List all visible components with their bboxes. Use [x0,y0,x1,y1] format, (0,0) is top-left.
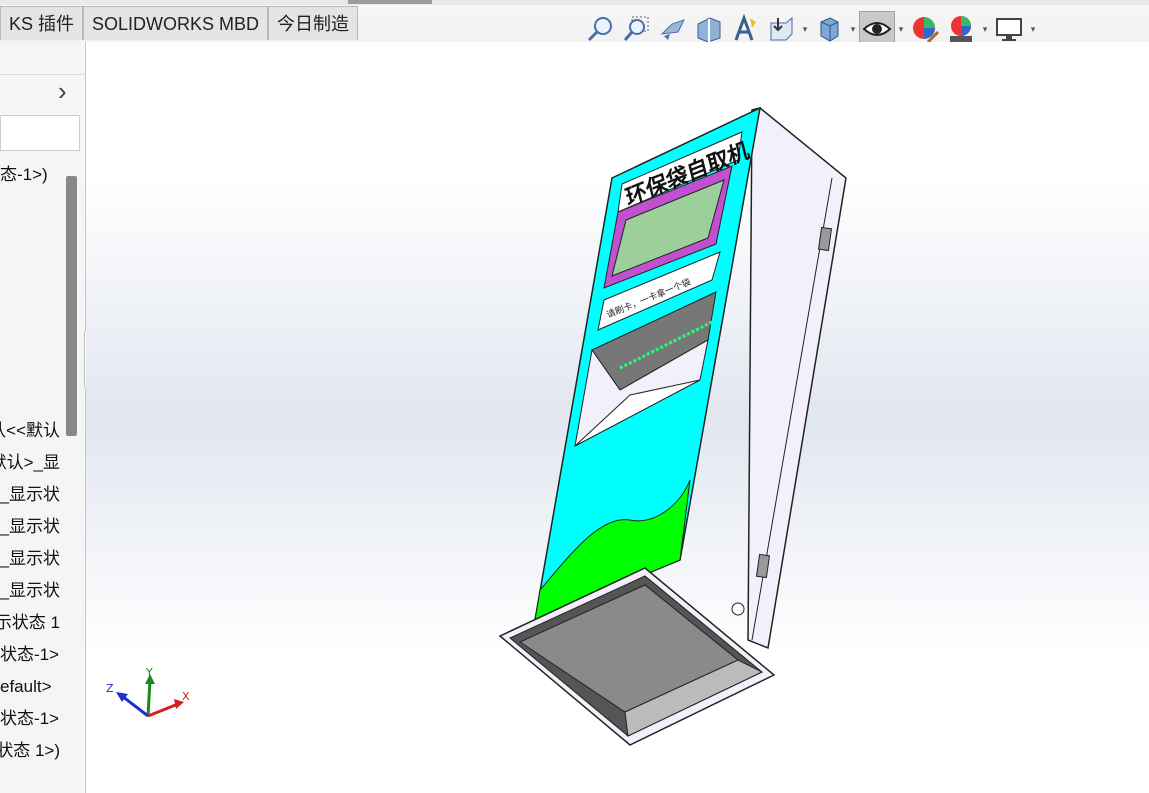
view-orientation-dropdown-icon[interactable]: ▾ [799,24,811,35]
monitor-icon [996,18,1022,41]
previous-view-icon [660,19,685,40]
top-strip [0,0,1149,5]
tree-item[interactable]: _显示状 [0,480,60,510]
view-orientation-icon [770,16,793,41]
feature-manager-panel: › 态-1>) 认<<默认 默认>_显 _显示状 _显示状 _显示状 _显示状 … [0,42,86,793]
active-tab-indicator [348,0,432,4]
reference-triad: Y X Z [106,668,190,718]
zoom-to-fit-icon [587,17,612,42]
section-view-icon [697,17,721,43]
tab-today-manufacturing[interactable]: 今日制造 [268,6,359,40]
tree-item[interactable]: _显示状 [0,576,60,606]
tree-item[interactable]: _显示状 [0,544,60,574]
tree-item[interactable]: 状态-1> [0,704,60,734]
apply-scene-icon [950,16,972,42]
tree-item[interactable]: 示状态 1 [0,608,60,638]
tree-item[interactable]: 状态 1>) [0,736,60,766]
hide-show-dropdown-icon[interactable]: ▾ [895,24,907,35]
tree-item[interactable]: _显示状 [0,512,60,542]
tree-item[interactable]: 默认>_显 [0,448,60,478]
triad-y-label: Y [145,668,153,679]
apply-scene-dropdown-icon[interactable]: ▾ [979,24,991,35]
tree-item[interactable]: 认<<默认 [0,416,60,446]
tree-item[interactable]: efault> [0,672,60,702]
chevron-right-icon[interactable]: › [58,76,67,107]
triad-x-label: X [182,690,190,703]
display-style-icon [820,17,839,42]
command-manager: KS 插件 SOLIDWORKS MBD 今日制造 ▾ ▾ ▾ ▾ ▾ [0,0,1149,47]
eye-icon [862,22,892,36]
tab-plugins[interactable]: KS 插件 [0,6,84,40]
tree-item[interactable]: 状态-1> [0,640,60,670]
view-settings-dropdown-icon[interactable]: ▾ [1027,24,1039,35]
tree-scrollbar[interactable] [66,176,77,436]
dynamic-annotation-icon [734,14,756,41]
bag-dispenser-model[interactable]: 环保袋自取机 请刷卡，一卡拿一个袋 [86,42,1149,793]
edit-appearance-icon [913,17,940,44]
graphics-area[interactable]: 环保袋自取机 请刷卡，一卡拿一个袋 Y X Z [86,42,1149,793]
triad-z-label: Z [106,682,114,695]
tree-item[interactable]: 态-1>) [0,160,60,190]
display-style-dropdown-icon[interactable]: ▾ [847,24,859,35]
zoom-area-icon [623,16,649,41]
tab-solidworks-mbd[interactable]: SOLIDWORKS MBD [83,6,269,40]
ribbon-tabs: KS 插件 SOLIDWORKS MBD 今日制造 [0,6,359,40]
tree-filter-input[interactable] [0,115,80,151]
panel-header [0,42,85,75]
